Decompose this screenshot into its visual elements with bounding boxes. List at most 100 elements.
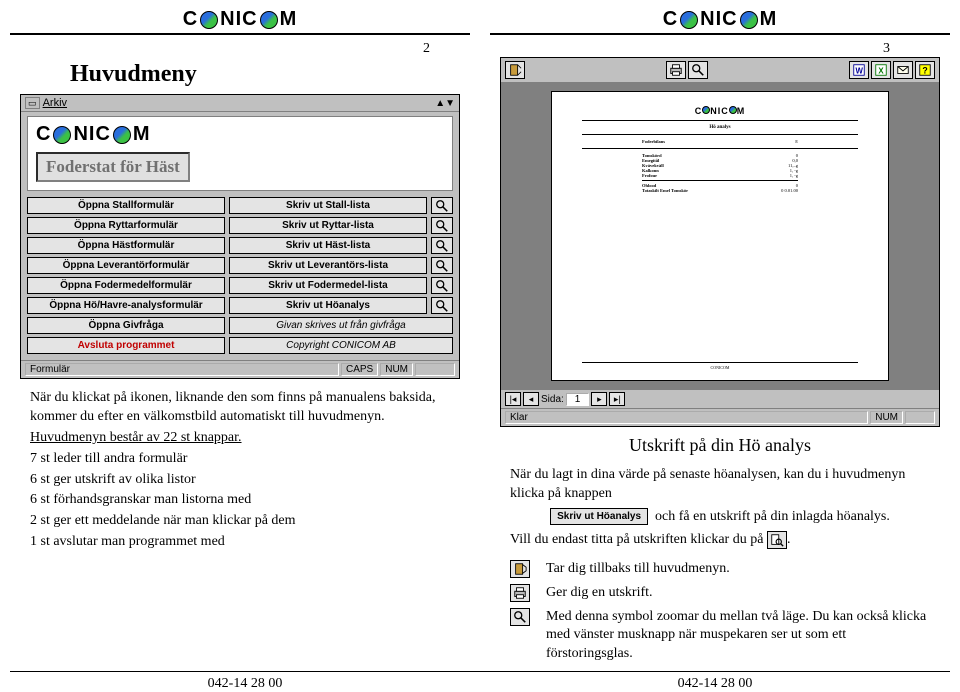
header-right: CNICM <box>490 8 950 35</box>
page-number-right: 3 <box>490 41 950 57</box>
door-icon <box>513 562 527 576</box>
print-fodermedel-lista-button[interactable]: Skriv ut Fodermedel-lista <box>229 277 427 294</box>
preview-button[interactable] <box>431 257 453 274</box>
window-menubar: ▭ Arkiv ▲▼ <box>21 95 459 112</box>
open-hastformular-button[interactable]: Öppna Hästformulär <box>27 237 225 254</box>
para-intro: När du klickat på ikonen, liknande den s… <box>30 389 450 427</box>
open-hohavre-analysformular-button[interactable]: Öppna Hö/Havre-analysformulär <box>27 297 225 314</box>
status-num: NUM <box>870 411 903 424</box>
export-excel-button[interactable]: X <box>871 61 891 79</box>
last-page-button[interactable]: ▸| <box>609 392 625 406</box>
para-line-5: 1 st avslutar man programmet med <box>30 533 450 552</box>
open-leverantorformular-button[interactable]: Öppna Leverantörformulär <box>27 257 225 274</box>
printer-icon <box>669 63 683 77</box>
magnifier-icon <box>435 199 449 213</box>
left-prose: När du klickat på ikonen, liknande den s… <box>30 389 450 554</box>
globe-icon <box>680 11 698 29</box>
preview-button[interactable] <box>431 277 453 294</box>
right-prose: När du lagt in dina värde på senaste höa… <box>510 466 930 552</box>
print-ryttar-lista-button[interactable]: Skriv ut Ryttar-lista <box>229 217 427 234</box>
doc-footer: CONICOM <box>582 362 858 370</box>
quit-button[interactable]: Avsluta programmet <box>27 337 225 354</box>
preview-page-nav: |◂ ◂ Sida: 1 ▸ ▸| <box>501 389 939 408</box>
help-icon: ? <box>918 63 932 77</box>
next-page-button[interactable]: ▸ <box>591 392 607 406</box>
product-title: Foderstat för Häst <box>36 152 190 182</box>
magnifier-icon <box>513 610 527 624</box>
legend-door-text: Tar dig tillbaks till huvudmenyn. <box>546 560 930 578</box>
preview-page[interactable]: CNICM Hö analys FoderbilansE Tomskörd0 E… <box>551 91 889 381</box>
menu-arkiv[interactable]: Arkiv <box>43 97 67 109</box>
print-stall-lista-button[interactable]: Skriv ut Stall-lista <box>229 197 427 214</box>
excel-icon: X <box>874 63 888 77</box>
para-analys-2a: Vill du endast titta på utskriften klick… <box>510 532 763 547</box>
open-givfraga-button[interactable]: Öppna Givfråga <box>27 317 225 334</box>
header-left: CNICM <box>10 8 470 35</box>
control-box-icon[interactable]: ▭ <box>25 97 40 109</box>
svg-text:W: W <box>856 67 864 76</box>
mail-icon <box>896 63 910 77</box>
page-right: CNICM 3 W X <box>490 8 950 663</box>
givan-info-button[interactable]: Givan skrives ut från givfråga <box>229 317 453 334</box>
globe-icon <box>740 11 758 29</box>
zoom-inline-button[interactable] <box>510 608 530 626</box>
para-analys-1a: När du lagt in dina värde på senaste höa… <box>510 467 905 501</box>
status-ready: Klar <box>505 411 868 424</box>
help-button[interactable]: ? <box>915 61 935 79</box>
print-hoanalys-button[interactable]: Skriv ut Höanalys <box>229 297 427 314</box>
page-number-field[interactable]: 1 <box>566 393 590 406</box>
para-line-4: 2 st ger ett meddelande när man klickar … <box>30 512 450 531</box>
doc-heading: Hö analys <box>582 125 858 130</box>
print-inline-button[interactable] <box>510 584 530 602</box>
preview-inline-button[interactable] <box>767 531 787 549</box>
globe-icon <box>702 106 710 114</box>
status-caps: CAPS <box>341 363 378 376</box>
globe-icon <box>200 11 218 29</box>
open-fodermedelformular-button[interactable]: Öppna Fodermedelformulär <box>27 277 225 294</box>
door-icon <box>508 63 522 77</box>
print-button[interactable] <box>666 61 686 79</box>
icon-legend: Tar dig tillbaks till huvudmenyn. Ger di… <box>510 560 930 663</box>
zoom-button[interactable] <box>688 61 708 79</box>
back-to-menu-button[interactable] <box>505 61 525 79</box>
preview-paper-area: CNICM Hö analys FoderbilansE Tomskörd0 E… <box>501 83 939 389</box>
preview-button[interactable] <box>431 197 453 214</box>
magnifier-icon <box>435 259 449 273</box>
copyright-button[interactable]: Copyright CONICOM AB <box>229 337 453 354</box>
globe-icon <box>260 11 278 29</box>
first-page-button[interactable]: |◂ <box>505 392 521 406</box>
print-leverantors-lista-button[interactable]: Skriv ut Leverantörs-lista <box>229 257 427 274</box>
status-num: NUM <box>380 363 413 376</box>
footer-phone-left: 042-14 28 00 <box>208 676 283 692</box>
window-banner: CNICM Foderstat för Häst <box>27 116 453 191</box>
legend-magnifier-text: Med denna symbol zoomar du mellan två lä… <box>546 608 930 663</box>
preview-button[interactable] <box>431 217 453 234</box>
status-mode: Formulär <box>25 363 339 376</box>
export-word-button[interactable]: W <box>849 61 869 79</box>
para-analys-1b: och få en utskrift på din inlagda höanal… <box>655 509 890 524</box>
open-stallformular-button[interactable]: Öppna Stallformulär <box>27 197 225 214</box>
mail-button[interactable] <box>893 61 913 79</box>
preview-button[interactable] <box>431 297 453 314</box>
svg-text:X: X <box>878 67 884 76</box>
back-to-menu-inline-button[interactable] <box>510 560 530 578</box>
prev-page-button[interactable]: ◂ <box>523 392 539 406</box>
button-grid: Öppna Stallformulär Skriv ut Stall-lista… <box>21 193 459 360</box>
para-line-1: 7 st leder till andra formulär <box>30 450 450 469</box>
print-hast-lista-button[interactable]: Skriv ut Häst-lista <box>229 237 427 254</box>
window-updown-icon[interactable]: ▲▼ <box>435 98 455 109</box>
magnifier-icon <box>435 279 449 293</box>
open-ryttarformular-button[interactable]: Öppna Ryttarformulär <box>27 217 225 234</box>
legend-printer-text: Ger dig en utskrift. <box>546 584 930 602</box>
print-hoanalys-inline-button[interactable]: Skriv ut Höanalys <box>550 508 648 526</box>
preview-statusbar: Klar NUM <box>501 408 939 426</box>
para-line-3: 6 st förhandsgranskar man listorna med <box>30 491 450 510</box>
brand-logo: CNICM <box>663 8 778 31</box>
page-label: Sida: <box>541 394 564 405</box>
svg-text:?: ? <box>922 66 927 76</box>
para-line-2: 6 st ger utskrift av olika listor <box>30 471 450 490</box>
magnifier-icon <box>435 219 449 233</box>
preview-button[interactable] <box>431 237 453 254</box>
footer-phone-right: 042-14 28 00 <box>678 676 753 692</box>
globe-icon <box>729 106 737 114</box>
